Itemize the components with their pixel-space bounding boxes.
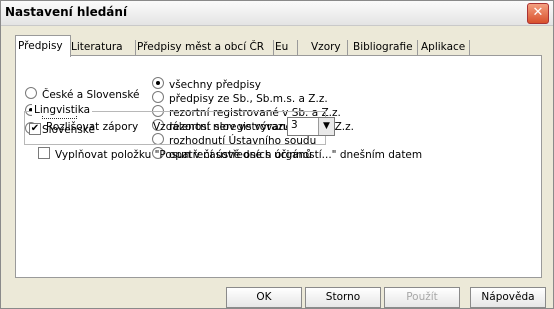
- tab-bibliografie[interactable]: Bibliografie: [351, 40, 418, 55]
- vzdalenost-select[interactable]: 3 ▼: [287, 117, 335, 136]
- tab-aplikace[interactable]: Aplikace: [419, 40, 470, 55]
- title-bar: Nastavení hledání ✕: [1, 1, 553, 26]
- ok-button[interactable]: OK: [226, 287, 302, 308]
- radio-button: [152, 77, 164, 89]
- checkbox-label: Vyplňovat položku "Posun v časové ose s …: [55, 149, 423, 161]
- select-value: 3: [291, 119, 298, 131]
- checkbox-box: [38, 147, 50, 159]
- checkbox-label: Rozlišovat zápory: [46, 121, 139, 133]
- radio-button: [152, 91, 164, 103]
- close-icon: ✕: [532, 5, 544, 20]
- tab-eu[interactable]: Eu: [273, 40, 298, 55]
- settings-dialog: Nastavení hledání ✕ Předpisy Literatura …: [0, 0, 554, 309]
- check-icon: ✔: [29, 123, 41, 135]
- close-button[interactable]: ✕: [527, 3, 549, 24]
- tab-predpisy-mest[interactable]: Předpisy měst a obcí ČR: [135, 40, 274, 55]
- radio-label: předpisy ze Sb., Sb.m.s. a Z.z.: [169, 93, 328, 105]
- lingvistika-group: Lingvistika ✔ Rozlišovat zápory Vzdálenos…: [24, 104, 326, 145]
- dialog-title: Nastavení hledání: [5, 5, 128, 19]
- vzdalenost-label: Vzdálenost slov ve výrazu:: [153, 121, 294, 133]
- rozlisovat-zapory-checkbox[interactable]: ✔ Rozlišovat zápory: [29, 120, 139, 135]
- tab-literatura[interactable]: Literatura: [69, 40, 136, 55]
- radio-vsechny-predpisy[interactable]: všechny předpisy: [152, 77, 261, 91]
- tab-predpisy[interactable]: Předpisy: [15, 35, 71, 57]
- pouzit-button[interactable]: Použít: [384, 287, 460, 308]
- radio-button: [25, 87, 37, 99]
- radio-predpisy-sb[interactable]: předpisy ze Sb., Sb.m.s. a Z.z.: [152, 91, 328, 105]
- radio-ceske-a-slovenske[interactable]: České a Slovenské: [25, 87, 140, 101]
- radio-label: České a Slovenské: [42, 89, 140, 101]
- chevron-down-icon: ▼: [318, 118, 334, 135]
- lingvistika-label: Lingvistika: [32, 104, 93, 116]
- tab-vzory[interactable]: Vzory: [309, 40, 348, 55]
- napoveda-button[interactable]: Nápověda: [470, 287, 546, 308]
- tab-panel-predpisy: České a Slovenské České Slovenské všechn…: [15, 55, 542, 278]
- storno-button[interactable]: Storno: [305, 287, 381, 308]
- vyplnovat-checkbox[interactable]: Vyplňovat položku "Posun v časové ose s …: [38, 147, 422, 161]
- radio-label: všechny předpisy: [169, 79, 261, 91]
